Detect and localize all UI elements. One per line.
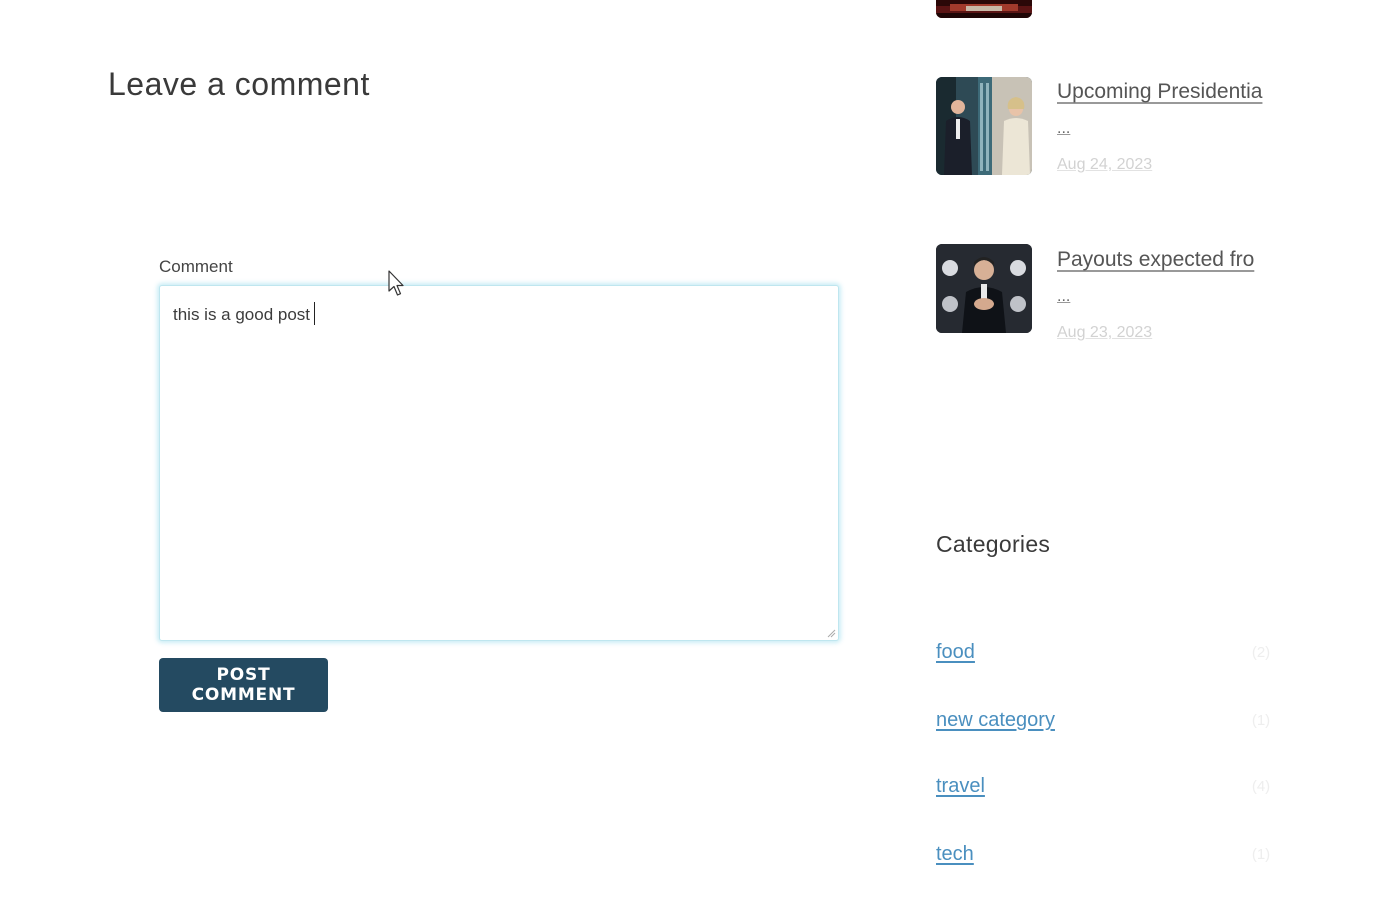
resize-grip-icon[interactable] [826,628,836,638]
category-link-food[interactable]: food [936,641,975,664]
recent-post-ellipsis: ... [1057,120,1071,137]
category-count: (1) [1251,846,1271,863]
category-count: (2) [1251,644,1271,661]
thumbnail-image-icon [936,77,1032,175]
recent-post-link[interactable]: Payouts expected fro [1057,248,1254,272]
post-comment-button[interactable]: POST COMMENT [159,658,328,712]
comment-label: Comment [159,257,233,276]
comment-heading: Leave a comment [108,66,370,102]
recent-post-link[interactable]: Upcoming Presidentia [1057,80,1262,104]
category-link-travel[interactable]: travel [936,775,985,798]
comment-text: this is a good post [173,305,311,324]
thumbnail-image-icon [936,0,1032,18]
recent-post-date: Aug 23, 2023 [1057,324,1153,341]
post-thumbnail[interactable] [936,77,1032,175]
comment-textarea[interactable]: this is a good post [159,285,839,641]
category-count: (4) [1251,778,1271,795]
post-thumbnail-partial[interactable] [936,0,1032,18]
mouse-pointer-icon [388,270,404,296]
post-thumbnail[interactable] [936,244,1032,333]
recent-post-ellipsis: ... [1057,288,1071,305]
text-caret [314,302,316,325]
recent-post-date: Aug 24, 2023 [1057,156,1153,173]
page: Leave a comment Comment this is a good p… [0,0,1400,900]
thumbnail-image-icon [936,244,1032,333]
comment-textarea-value: this is a good post [173,302,316,325]
category-link-tech[interactable]: tech [936,843,974,866]
categories-heading: Categories [936,531,1051,557]
category-link-new-category[interactable]: new category [936,709,1055,732]
category-count: (1) [1251,712,1271,729]
